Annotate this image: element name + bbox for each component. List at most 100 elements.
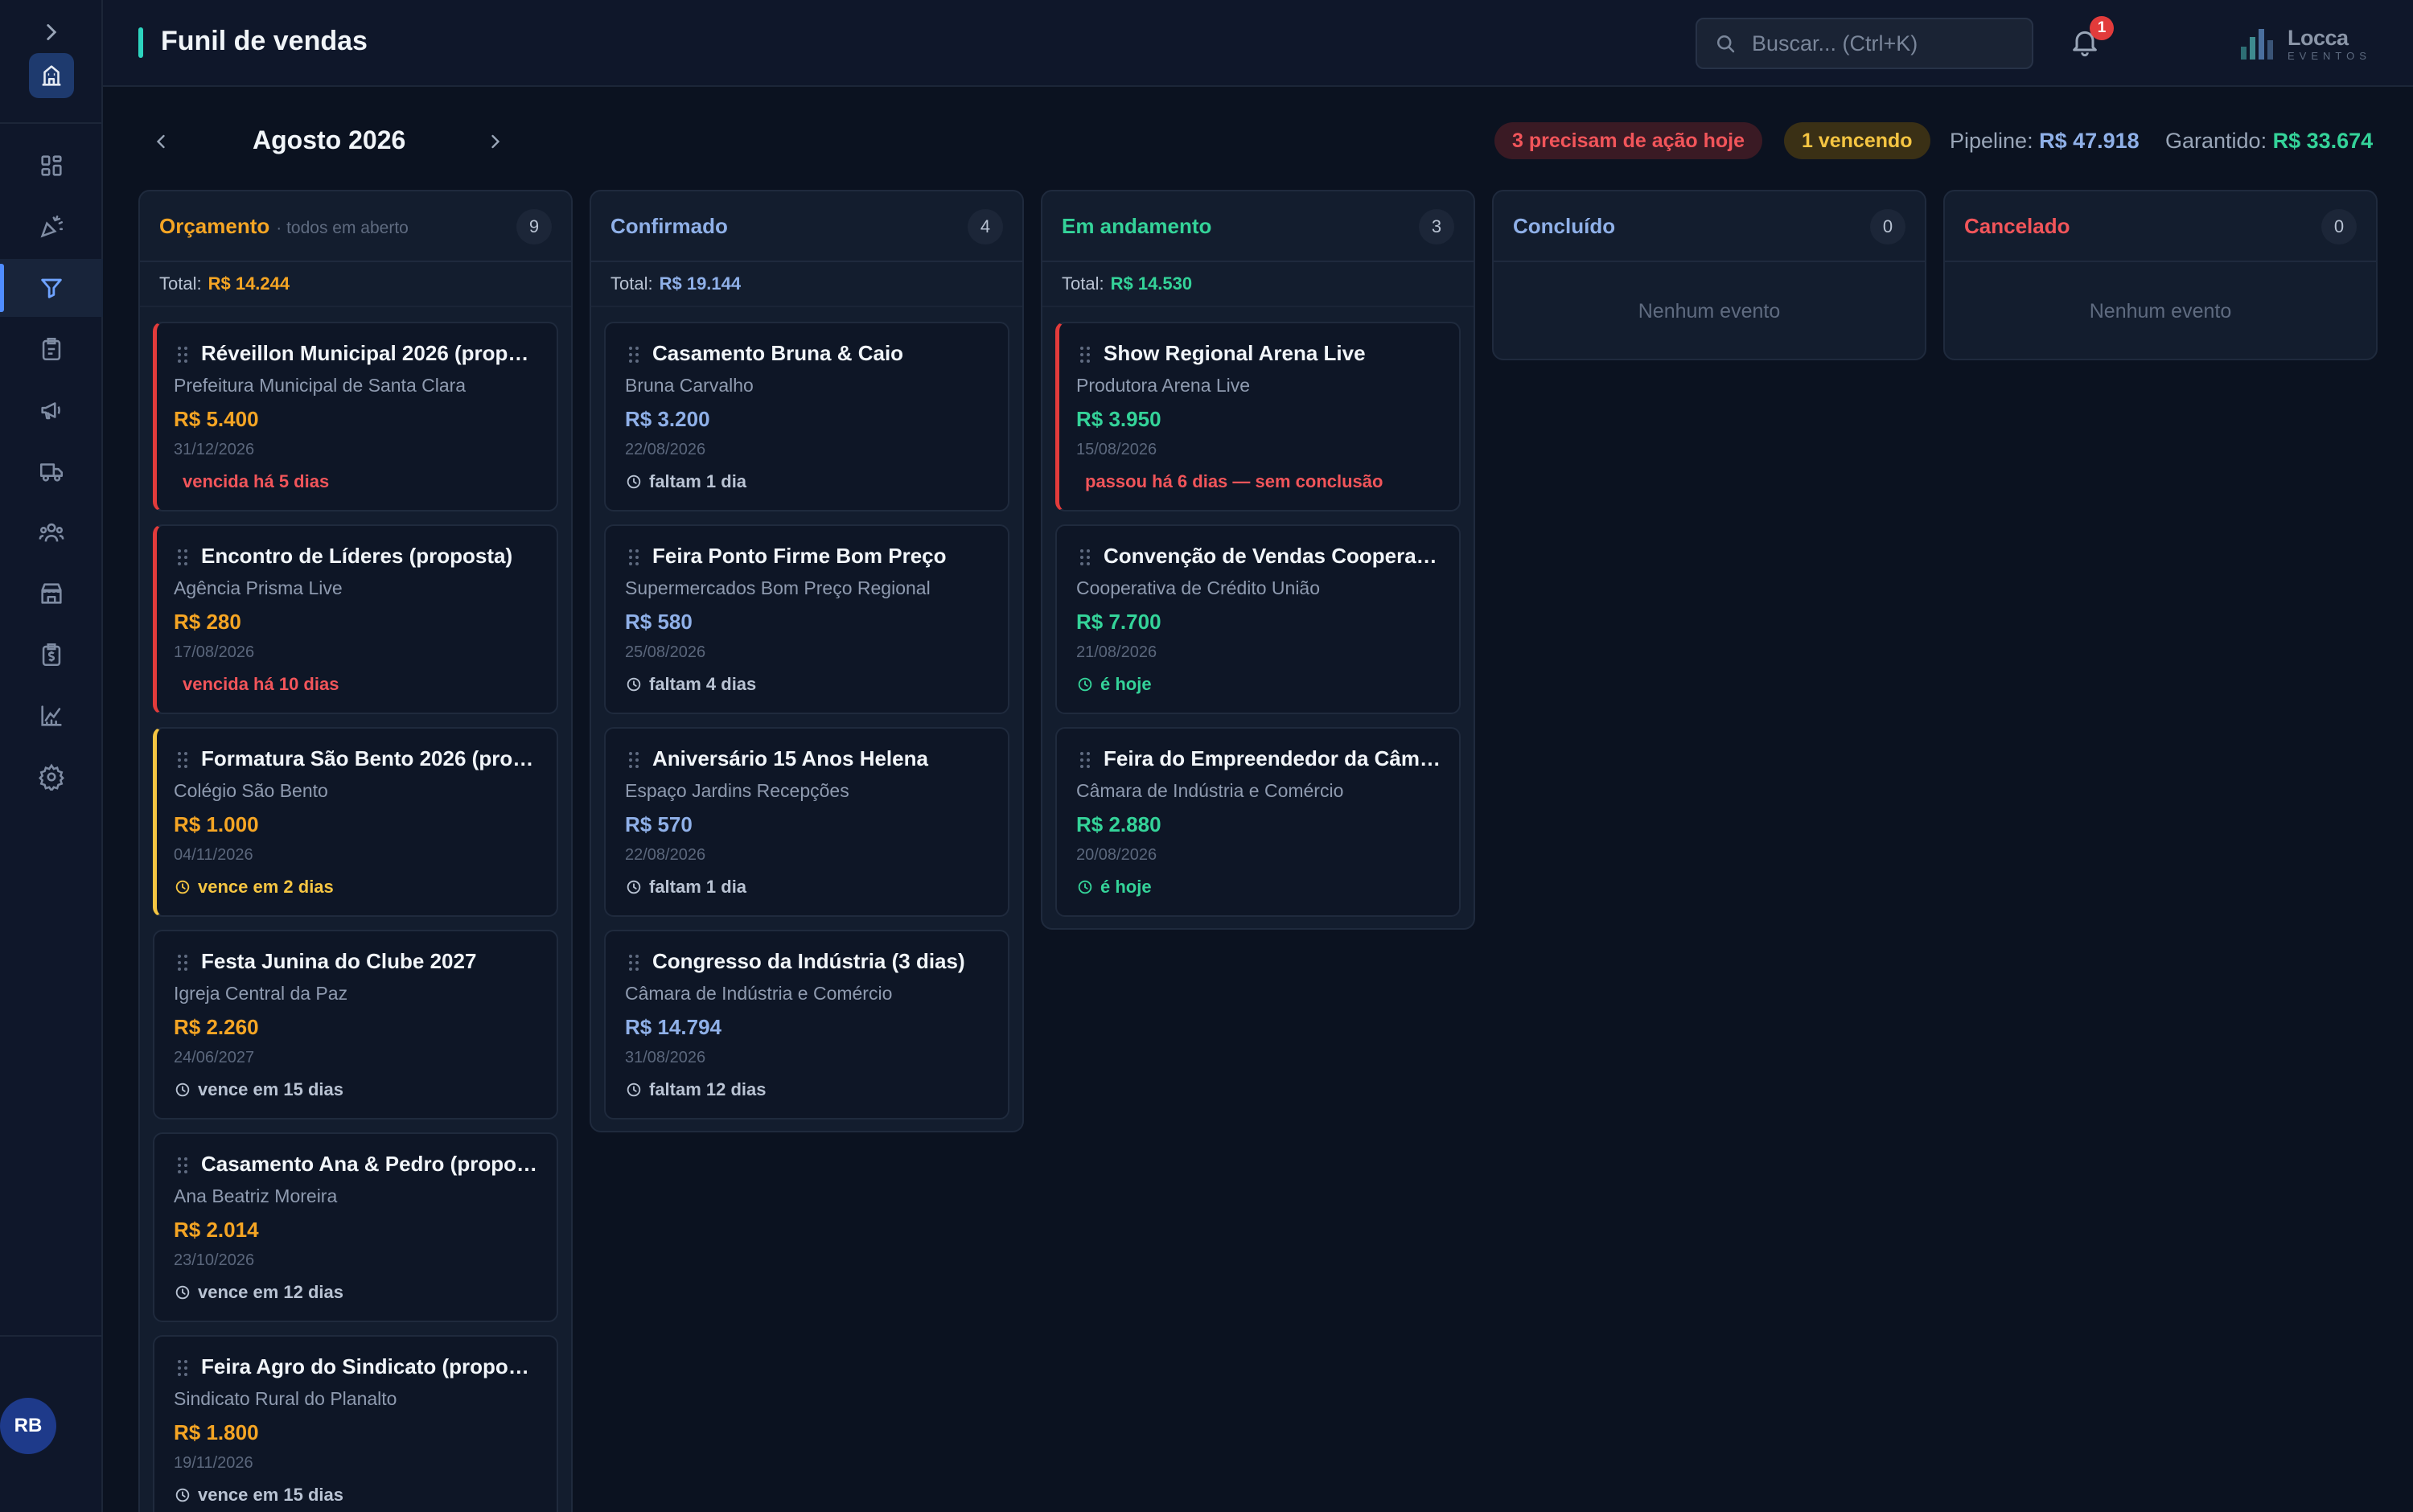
deal-status-text: faltam 4 dias — [649, 674, 757, 694]
drag-handle-icon[interactable] — [628, 751, 639, 769]
brand-building-icon[interactable] — [29, 53, 74, 98]
deal-card[interactable]: Convenção de Vendas Cooperativ... Coopera… — [1055, 524, 1461, 714]
card-list: Show Regional Arena Live Produtora Arena … — [1042, 307, 1474, 917]
deal-title: Encontro de Líderes (proposta) — [201, 544, 513, 568]
deal-status: vence em 12 dias — [174, 1282, 343, 1303]
clock-icon — [174, 1081, 191, 1099]
deal-value: R$ 2.014 — [174, 1218, 259, 1242]
search-input[interactable]: Buscar... (Ctrl+K) — [1696, 18, 2033, 69]
sidebar-item-contracts[interactable] — [0, 320, 103, 378]
deal-status: é hoje — [1076, 674, 1152, 695]
deal-title: Feira Agro do Sindicato (proposta) — [201, 1354, 539, 1378]
deal-status: passou há 6 dias — sem conclusão — [1085, 471, 1383, 492]
deal-title: Feira Ponto Firme Bom Preço — [652, 544, 947, 568]
deal-date: 22/08/2026 — [625, 441, 706, 458]
deal-date: 24/06/2027 — [174, 1049, 255, 1066]
sidebar-item-logistics[interactable] — [0, 442, 103, 500]
current-period-label: Agosto 2026 — [253, 125, 406, 154]
logo-bars-icon — [2241, 29, 2273, 60]
previous-month-button[interactable] — [145, 125, 177, 158]
page-title: Funil de vendas — [161, 26, 368, 56]
logo-name: Locca — [2288, 26, 2349, 50]
clock-icon — [174, 1486, 191, 1504]
card-list: Réveillon Municipal 2026 (proposta) Prefe… — [140, 307, 571, 1512]
deal-status-text: é hoje — [1100, 674, 1152, 694]
deal-card[interactable]: Casamento Bruna & Caio Bruna Carvalho R$ 3… — [604, 322, 1009, 512]
drag-handle-icon[interactable] — [628, 346, 639, 364]
column-total: Total: R$ 14.530 — [1042, 262, 1474, 307]
sidebar-item-reports[interactable] — [0, 687, 103, 745]
drag-handle-icon[interactable] — [177, 751, 188, 769]
users-icon — [39, 523, 64, 542]
deal-card[interactable]: Feira Ponto Firme Bom Preço Supermercados… — [604, 524, 1009, 714]
deal-value: R$ 1.800 — [174, 1420, 259, 1444]
column-confirmado: Confirmado 4 Total: R$ 19.144 Casamento Brun… — [590, 190, 1024, 1132]
next-month-button[interactable] — [479, 125, 512, 158]
deal-card[interactable]: Casamento Ana & Pedro (proposta) Ana Beat… — [153, 1132, 558, 1322]
dashboard-icon — [41, 155, 62, 176]
deal-date: 25/08/2026 — [625, 643, 706, 661]
deal-client: Agência Prisma Live — [174, 577, 343, 598]
deal-card[interactable]: Réveillon Municipal 2026 (proposta) Prefe… — [153, 322, 558, 512]
deal-card[interactable]: Feira do Empreendedor da Câmara Câmara de… — [1055, 727, 1461, 917]
company-logo: Locca EVENTOS — [2239, 23, 2376, 64]
deal-date: 19/11/2026 — [174, 1454, 253, 1472]
sidebar-item-finance[interactable] — [0, 626, 103, 684]
logo-subtitle: EVENTOS — [2288, 50, 2371, 62]
clock-icon — [174, 878, 191, 896]
column-header: Confirmado 4 — [591, 191, 1022, 262]
guaranteed-value: R$ 33.674 — [2272, 129, 2374, 153]
deal-client: Supermercados Bom Preço Regional — [625, 577, 931, 598]
column-count-badge: 0 — [1870, 209, 1905, 244]
sidebar-item-sales-funnel[interactable] — [0, 259, 103, 317]
deal-status-text: é hoje — [1100, 877, 1152, 897]
drag-handle-icon[interactable] — [1079, 346, 1091, 364]
sidebar-item-dashboard[interactable] — [0, 137, 103, 195]
deal-card[interactable]: Show Regional Arena Live Produtora Arena … — [1055, 322, 1461, 512]
clock-icon — [625, 676, 643, 693]
deal-status: vence em 15 dias — [174, 1485, 343, 1506]
megaphone-icon — [41, 402, 60, 420]
deal-value: R$ 570 — [625, 812, 693, 836]
sidebar-item-settings[interactable] — [0, 748, 103, 806]
user-avatar[interactable]: RB — [0, 1398, 56, 1454]
expand-sidebar-chevron-icon[interactable] — [37, 18, 66, 47]
sidebar-item-suppliers[interactable] — [0, 565, 103, 622]
sidebar-item-clients[interactable] — [0, 503, 103, 561]
deal-client: Câmara de Indústria e Comércio — [625, 983, 893, 1004]
deal-status: vencida há 5 dias — [183, 471, 329, 492]
column-orcamento: Orçamento · todos em aberto 9 Total: R$ 14.2… — [138, 190, 573, 1512]
deal-client: Câmara de Indústria e Comércio — [1076, 780, 1344, 801]
deal-card[interactable]: Aniversário 15 Anos Helena Espaço Jardins… — [604, 727, 1009, 917]
clock-icon — [1076, 878, 1094, 896]
column-total: Total: R$ 14.244 — [140, 262, 571, 307]
pipeline-total: Pipeline: R$ 47.918 — [1950, 129, 2140, 154]
drag-handle-icon[interactable] — [628, 954, 639, 972]
deal-card[interactable]: Congresso da Indústria (3 dias) Câmara de… — [604, 930, 1009, 1120]
clock-icon — [625, 1081, 643, 1099]
deal-date: 20/08/2026 — [1076, 846, 1157, 864]
drag-handle-icon[interactable] — [1079, 751, 1091, 769]
drag-handle-icon[interactable] — [177, 549, 188, 566]
deal-card[interactable]: Festa Junina do Clube 2027 Igreja Central… — [153, 930, 558, 1120]
deal-card[interactable]: Encontro de Líderes (proposta) Agência Pr… — [153, 524, 558, 714]
column-header: Orçamento · todos em aberto 9 — [140, 191, 571, 262]
drag-handle-icon[interactable] — [628, 549, 639, 566]
expiring-badge[interactable]: 1 vencendo — [1784, 122, 1930, 159]
drag-handle-icon[interactable] — [1079, 549, 1091, 566]
drag-handle-icon[interactable] — [177, 1157, 188, 1174]
action-today-badge[interactable]: 3 precisam de ação hoje — [1494, 122, 1763, 159]
drag-handle-icon[interactable] — [177, 954, 188, 972]
deal-status: vence em 2 dias — [174, 877, 334, 898]
party-icon — [40, 215, 64, 238]
deal-value: R$ 2.260 — [174, 1015, 259, 1039]
deal-date: 31/08/2026 — [625, 1049, 706, 1066]
deal-card[interactable]: Feira Agro do Sindicato (proposta) Sindic… — [153, 1335, 558, 1512]
sidebar-item-events[interactable] — [0, 198, 103, 256]
deal-card[interactable]: Formatura São Bento 2026 (propo... Colégi… — [153, 727, 558, 917]
sidebar-item-marketing[interactable] — [0, 381, 103, 439]
drag-handle-icon[interactable] — [177, 346, 188, 364]
deal-date: 21/08/2026 — [1076, 643, 1157, 661]
deal-client: Espaço Jardins Recepções — [625, 780, 849, 801]
drag-handle-icon[interactable] — [177, 1359, 188, 1377]
